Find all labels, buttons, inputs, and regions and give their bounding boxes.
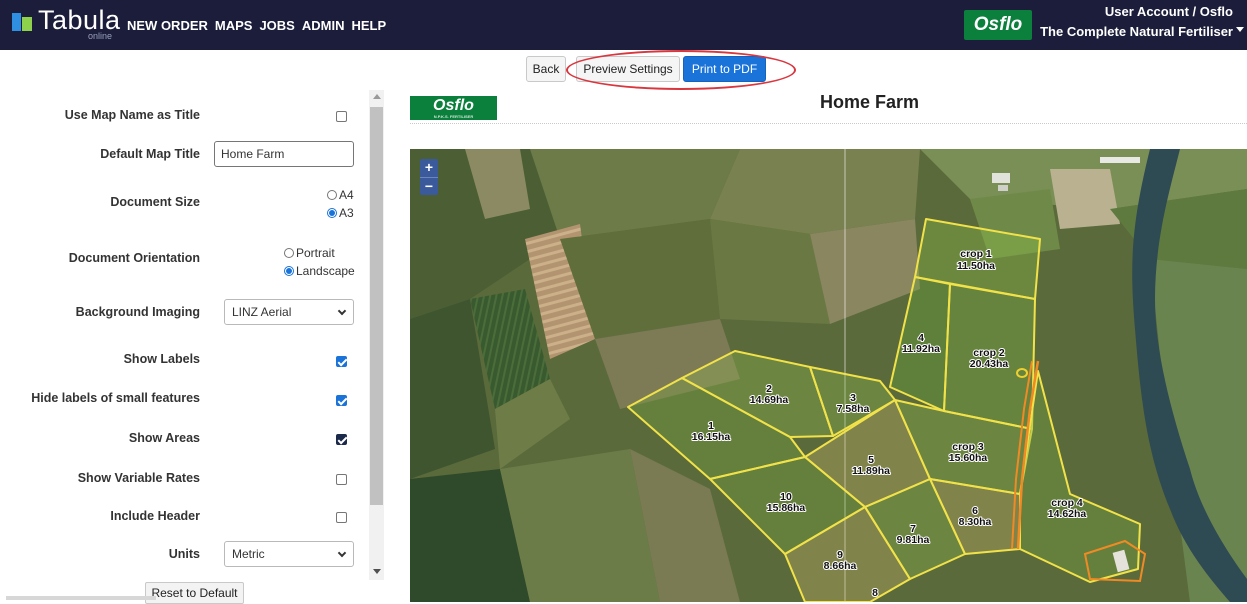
nav-help[interactable]: HELP (351, 18, 386, 33)
paddock-area: 7.58ha (837, 403, 870, 415)
main-menu: NEW ORDER MAPS JOBS ADMIN HELP (127, 18, 386, 33)
paddock-area: 11.50ha (957, 260, 995, 272)
settings-scrollbar[interactable] (369, 90, 384, 580)
units-select[interactable]: Metric (224, 541, 354, 567)
radio-icon[interactable] (284, 248, 294, 258)
header-divider (410, 123, 1247, 124)
show-labels-checkbox[interactable] (336, 356, 347, 367)
zoom-out-button[interactable]: − (420, 177, 438, 195)
preview-logo-subtext: N.P.K.S. FERTILISER (433, 114, 474, 119)
chevron-down-icon (337, 548, 347, 558)
horizontal-scrollbar[interactable] (6, 596, 156, 600)
account-menu[interactable]: User Account / Osflo The Complete Natura… (1040, 4, 1233, 39)
preview-settings-button[interactable]: Preview Settings (576, 56, 680, 82)
nav-new-order[interactable]: NEW ORDER (127, 18, 208, 33)
setting-label: Show Labels (123, 352, 200, 366)
partner-logo: Osflo (964, 10, 1032, 40)
setting-label: Default Map Title (100, 147, 200, 161)
background-imaging-select[interactable]: LINZ Aerial (224, 299, 354, 325)
back-button[interactable]: Back (526, 56, 566, 82)
scrollbar-thumb[interactable] (370, 107, 383, 505)
paddock-area: 14.69ha (750, 394, 789, 406)
setting-label: Document Size (110, 195, 200, 209)
reset-to-default-button[interactable]: Reset to Default (145, 582, 244, 604)
setting-label: Units (168, 547, 200, 561)
setting-label: Show Variable Rates (77, 471, 200, 485)
radio-icon[interactable] (327, 190, 337, 200)
chevron-down-icon[interactable] (1236, 27, 1244, 32)
scroll-up-icon[interactable] (373, 94, 381, 99)
radio-a4[interactable]: A4 (327, 188, 354, 202)
default-map-title-input[interactable]: Home Farm (214, 141, 354, 167)
radio-icon[interactable] (327, 208, 337, 218)
account-name[interactable]: User Account / Osflo (1040, 4, 1233, 19)
aerial-map: crop 1 11.50ha crop 2 20.43ha 4 11.92ha … (410, 149, 1247, 602)
map-preview[interactable]: crop 1 11.50ha crop 2 20.43ha 4 11.92ha … (410, 149, 1247, 602)
account-tagline: The Complete Natural Fertiliser (1040, 24, 1233, 39)
paddock-area: 15.60ha (949, 452, 988, 464)
brand-subtitle: online (88, 31, 113, 41)
include-header-checkbox[interactable] (336, 512, 347, 523)
radio-portrait-label: Portrait (296, 246, 335, 260)
brand-name[interactable]: Tabula (38, 6, 121, 34)
paddock-label: 8 (872, 587, 878, 599)
paddock-area: 20.43ha (970, 358, 1009, 370)
preview-logo-text: Osflo (433, 97, 474, 114)
paddock-area: 16.15ha (692, 431, 731, 443)
paddock-area: 11.92ha (902, 343, 940, 355)
setting-label: Document Orientation (68, 251, 200, 265)
paddock-area: 9.81ha (897, 534, 930, 546)
radio-icon[interactable] (284, 266, 294, 276)
radio-landscape-label: Landscape (296, 264, 355, 278)
paddock-area: 11.89ha (852, 465, 890, 477)
paddock-label: crop 1 (960, 248, 992, 260)
setting-label: Background Imaging (75, 305, 200, 319)
setting-label: Include Header (110, 509, 200, 523)
setting-label: Hide labels of small features (31, 391, 200, 405)
select-value: LINZ Aerial (232, 305, 292, 319)
radio-portrait[interactable]: Portrait (284, 246, 335, 260)
nav-maps[interactable]: MAPS (215, 18, 253, 33)
zoom-in-button[interactable]: + (420, 159, 438, 177)
chevron-down-icon (337, 306, 347, 316)
preview-logo: Osflo N.P.K.S. FERTILISER (410, 96, 497, 120)
preview-map-title: Home Farm (820, 92, 920, 112)
zoom-control: + − (420, 159, 438, 195)
hide-small-labels-checkbox[interactable] (336, 395, 347, 406)
nav-admin[interactable]: ADMIN (302, 18, 345, 33)
paddock-area: 8.66ha (824, 560, 857, 572)
setting-label: Use Map Name as Title (64, 108, 200, 122)
select-value: Metric (232, 547, 265, 561)
setting-label: Show Areas (128, 431, 200, 445)
use-map-name-checkbox[interactable] (336, 111, 347, 122)
radio-a3-label: A3 (339, 206, 354, 220)
paddock-area: 15.86ha (767, 502, 806, 514)
nav-jobs[interactable]: JOBS (259, 18, 294, 33)
top-navbar: Tabula online NEW ORDER MAPS JOBS ADMIN … (0, 0, 1247, 50)
paddock-area: 14.62ha (1048, 508, 1087, 520)
print-settings-panel: Use Map Name as Title Default Map Title … (0, 90, 368, 602)
radio-a4-label: A4 (339, 188, 354, 202)
radio-landscape[interactable]: Landscape (284, 264, 355, 278)
show-areas-checkbox[interactable] (336, 434, 347, 445)
radio-a3[interactable]: A3 (327, 206, 354, 220)
variable-rates-checkbox[interactable] (336, 474, 347, 485)
scroll-down-icon[interactable] (373, 569, 381, 574)
tabula-logo-icon[interactable] (12, 13, 34, 31)
paddock-area: 8.30ha (959, 516, 992, 528)
print-to-pdf-button[interactable]: Print to PDF (683, 56, 766, 82)
